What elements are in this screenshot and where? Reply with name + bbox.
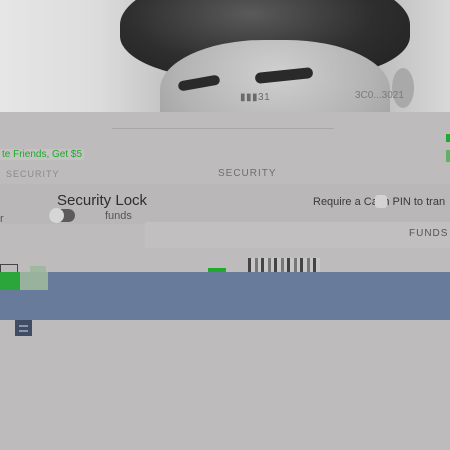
profile-photo: ▮▮▮31 3C0...3021 bbox=[0, 0, 450, 112]
security-lock-toggle[interactable] bbox=[49, 208, 75, 223]
nav-strip-accent bbox=[0, 272, 20, 290]
accent-edge-2 bbox=[446, 150, 450, 162]
section-header-left: SECURITY bbox=[6, 169, 60, 179]
security-lock-sublabel: funds bbox=[105, 210, 132, 222]
photo-overlay-text: ▮▮▮31 bbox=[240, 92, 271, 103]
invite-friends-link[interactable]: te Friends, Get $5 bbox=[0, 149, 85, 160]
funds-barcode bbox=[248, 258, 320, 272]
divider bbox=[112, 128, 334, 129]
photo-ear bbox=[392, 68, 414, 108]
section-header-security: SECURITY bbox=[218, 168, 277, 179]
bottom-nav-bar bbox=[0, 272, 450, 320]
left-truncated-text: r bbox=[0, 213, 4, 225]
funds-header-row bbox=[145, 222, 450, 248]
toggle-knob bbox=[49, 208, 64, 223]
accent-edge bbox=[446, 134, 450, 142]
funds-header: FUNDS bbox=[409, 228, 449, 239]
security-lock-label: Security Lock bbox=[57, 192, 148, 209]
photo-overlay-text-right: 3C0...3021 bbox=[355, 90, 404, 101]
menu-icon[interactable] bbox=[15, 320, 32, 336]
require-pin-toggle[interactable] bbox=[375, 195, 387, 208]
